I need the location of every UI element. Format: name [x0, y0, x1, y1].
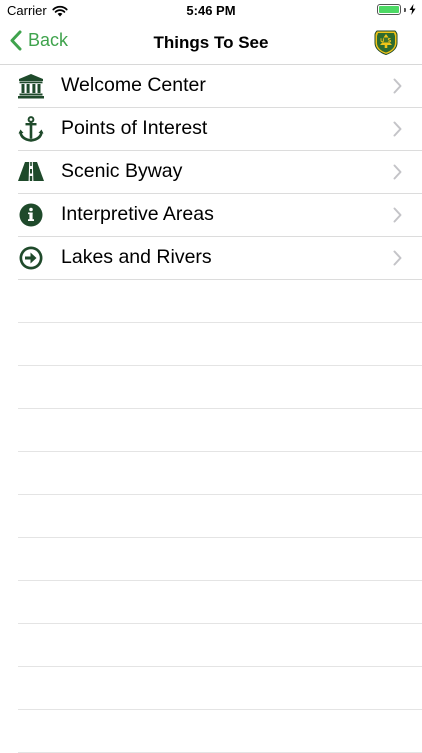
empty-row	[18, 409, 422, 452]
empty-row	[18, 495, 422, 538]
arrow-circle-right-icon	[19, 246, 43, 270]
list-item-label: Interpretive Areas	[61, 203, 214, 225]
empty-row	[18, 667, 422, 710]
empty-row	[18, 538, 422, 581]
empty-row	[18, 710, 422, 753]
empty-row	[18, 366, 422, 409]
list-item-welcome-center[interactable]: Welcome Center	[18, 65, 422, 108]
list-item-label: Lakes and Rivers	[61, 246, 212, 268]
list-item-label: Points of Interest	[61, 117, 208, 139]
battery-fill	[379, 6, 399, 13]
page-title: Things To See	[153, 33, 269, 52]
empty-row	[18, 323, 422, 366]
list-item-interpretive-areas[interactable]: Interpretive Areas	[18, 194, 422, 237]
chevron-right-icon	[393, 207, 402, 223]
chevron-right-icon	[393, 164, 402, 180]
list-item-points-of-interest[interactable]: Points of Interest	[18, 108, 422, 151]
chevron-right-icon	[393, 250, 402, 266]
empty-row	[18, 280, 422, 323]
empty-row	[18, 581, 422, 624]
empty-row	[18, 452, 422, 495]
chevron-right-icon	[393, 121, 402, 137]
status-bar: Carrier 5:46 PM	[0, 0, 422, 22]
charging-bolt-icon	[409, 4, 416, 15]
status-time: 5:46 PM	[186, 3, 236, 18]
nav-bar: Back Things To See	[0, 22, 422, 65]
battery-icon	[377, 4, 401, 15]
list-item-label: Welcome Center	[61, 74, 206, 96]
list-item-scenic-byway[interactable]: Scenic Byway	[18, 151, 422, 194]
list-item-lakes-and-rivers[interactable]: Lakes and Rivers	[18, 237, 422, 280]
chevron-right-icon	[393, 78, 402, 94]
info-circle-icon	[19, 203, 43, 227]
road-icon	[18, 162, 44, 181]
building-icon	[18, 74, 44, 99]
anchor-icon	[18, 116, 44, 142]
things-to-see-list: Welcome Center Points of Interest Scenic…	[0, 65, 422, 753]
usfs-shield-icon[interactable]	[374, 29, 398, 55]
empty-row	[18, 624, 422, 667]
status-right	[377, 4, 416, 15]
battery-nub	[404, 7, 406, 12]
list-item-label: Scenic Byway	[61, 160, 183, 182]
